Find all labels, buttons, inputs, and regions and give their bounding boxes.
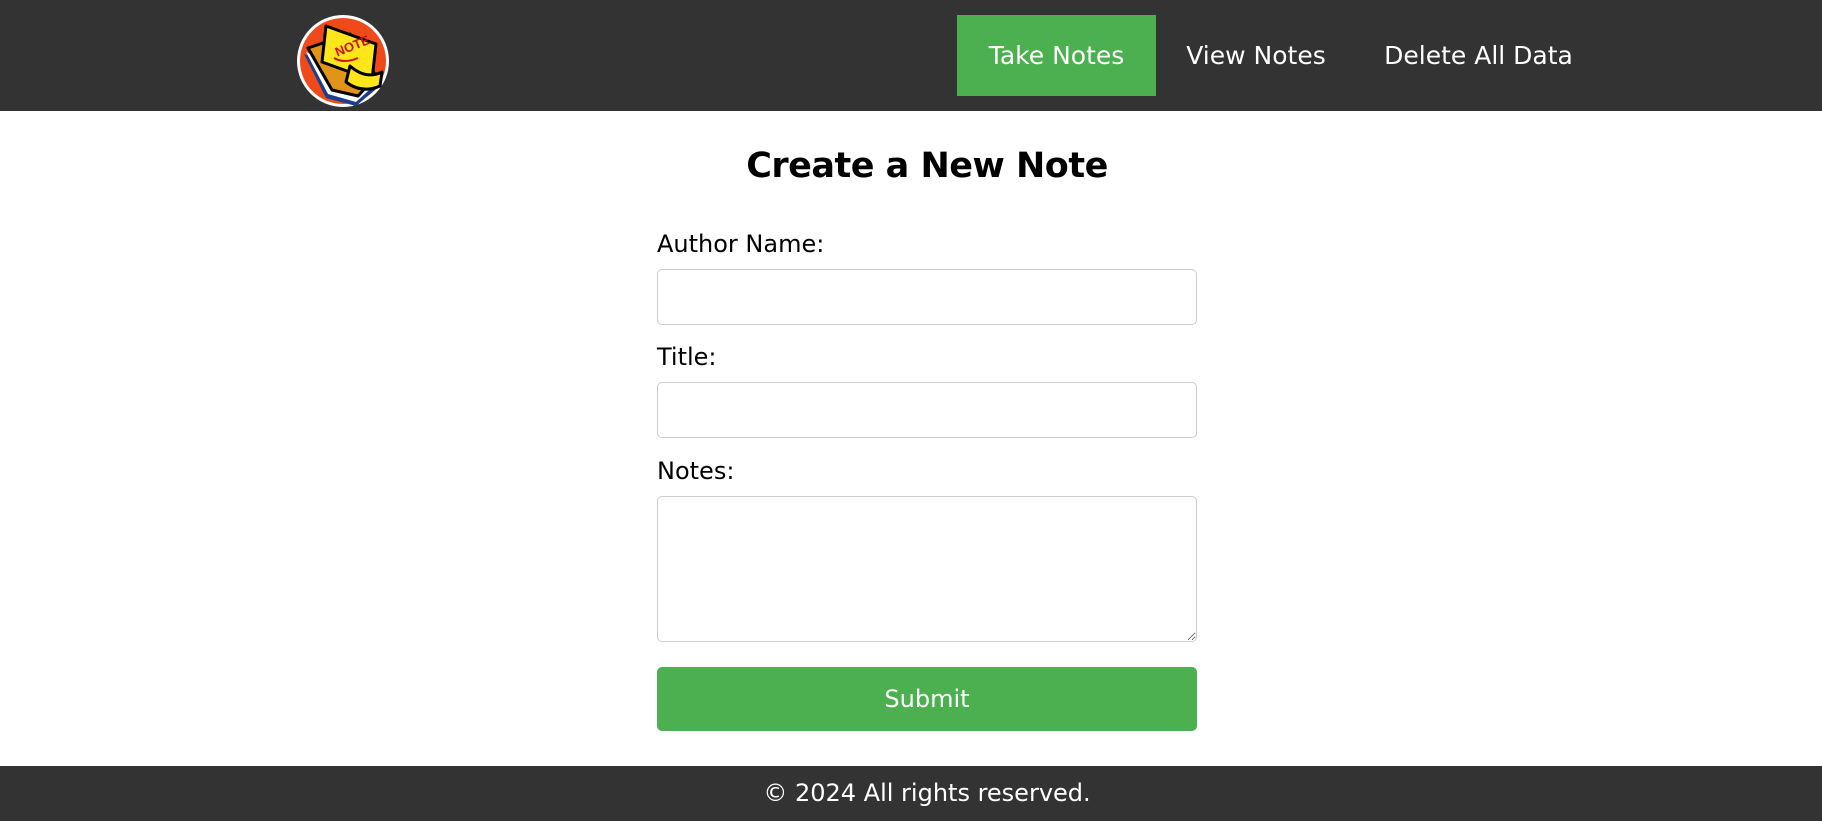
page-title: Create a New Note — [746, 146, 1108, 186]
page: NOTE Take Notes View Notes Delete All Da… — [0, 0, 1822, 821]
notes-textarea[interactable] — [657, 496, 1197, 642]
top-nav-bar: NOTE Take Notes View Notes Delete All Da… — [0, 0, 1822, 111]
title-label: Title: — [657, 343, 717, 371]
nav-view-notes[interactable]: View Notes — [1168, 15, 1344, 96]
submit-button[interactable]: Submit — [657, 667, 1197, 731]
notes-label: Notes: — [657, 457, 735, 485]
note-logo-icon: NOTE — [297, 15, 389, 107]
footer: © 2024 All rights reserved. — [0, 766, 1822, 821]
title-input[interactable] — [657, 382, 1197, 438]
nav-take-notes[interactable]: Take Notes — [957, 15, 1156, 96]
copyright-text: © 2024 All rights reserved. — [763, 779, 1091, 807]
app-logo[interactable]: NOTE — [296, 14, 390, 108]
nav-delete-all-data[interactable]: Delete All Data — [1370, 15, 1587, 96]
author-name-input[interactable] — [657, 269, 1197, 325]
author-name-label: Author Name: — [657, 230, 825, 258]
